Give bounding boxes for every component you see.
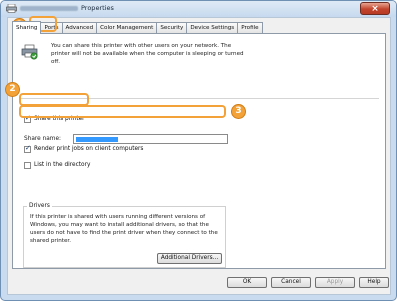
window-title: Properties bbox=[20, 4, 114, 12]
share-name-label: Share name: bbox=[24, 136, 61, 142]
tab-device-settings[interactable]: Device Settings bbox=[186, 22, 239, 33]
callout-2: 2 bbox=[5, 82, 20, 97]
sharing-panel: You can share this printer with other us… bbox=[12, 33, 386, 269]
printer-name-blurred bbox=[20, 5, 78, 11]
list-in-directory-label: List in the directory bbox=[34, 162, 91, 168]
additional-drivers-button[interactable]: Additional Drivers... bbox=[157, 253, 222, 264]
render-jobs-label: Render print jobs on client computers bbox=[34, 146, 144, 152]
cancel-button[interactable]: Cancel bbox=[271, 277, 311, 288]
close-button[interactable]: × bbox=[360, 2, 390, 15]
ok-button[interactable]: OK bbox=[227, 277, 267, 288]
drivers-description: If this printer is shared with users run… bbox=[30, 214, 218, 244]
sharing-description: You can share this printer with other us… bbox=[51, 43, 244, 65]
share-name-input[interactable] bbox=[73, 134, 228, 144]
shared-printer-icon bbox=[21, 44, 38, 60]
drivers-group: Drivers If this printer is shared with u… bbox=[23, 203, 226, 268]
callout-3: 3 bbox=[231, 104, 246, 119]
properties-window: Properties × Sharing Ports Advanced Colo… bbox=[0, 0, 397, 301]
list-in-directory-checkbox[interactable] bbox=[24, 162, 31, 169]
tab-advanced[interactable]: Advanced bbox=[61, 22, 98, 33]
share-name-selection bbox=[76, 137, 118, 142]
help-button[interactable]: Help bbox=[359, 277, 389, 288]
tab-color-management[interactable]: Color Management bbox=[96, 22, 158, 33]
render-jobs-checkbox[interactable] bbox=[24, 144, 31, 153]
apply-button[interactable]: Apply bbox=[315, 277, 355, 288]
callout-highlight-share-name bbox=[19, 105, 226, 118]
window-title-text: Properties bbox=[81, 4, 114, 12]
dialog-client-area: Sharing Ports Advanced Color Management … bbox=[7, 17, 391, 295]
printer-app-icon bbox=[6, 4, 17, 13]
tab-security[interactable]: Security bbox=[156, 22, 188, 33]
drivers-group-title: Drivers bbox=[27, 203, 52, 209]
tab-sharing[interactable]: Sharing bbox=[12, 21, 42, 34]
close-icon: × bbox=[371, 4, 379, 14]
title-bar: Properties × bbox=[1, 1, 396, 17]
tab-profile[interactable]: Profile bbox=[237, 22, 263, 33]
